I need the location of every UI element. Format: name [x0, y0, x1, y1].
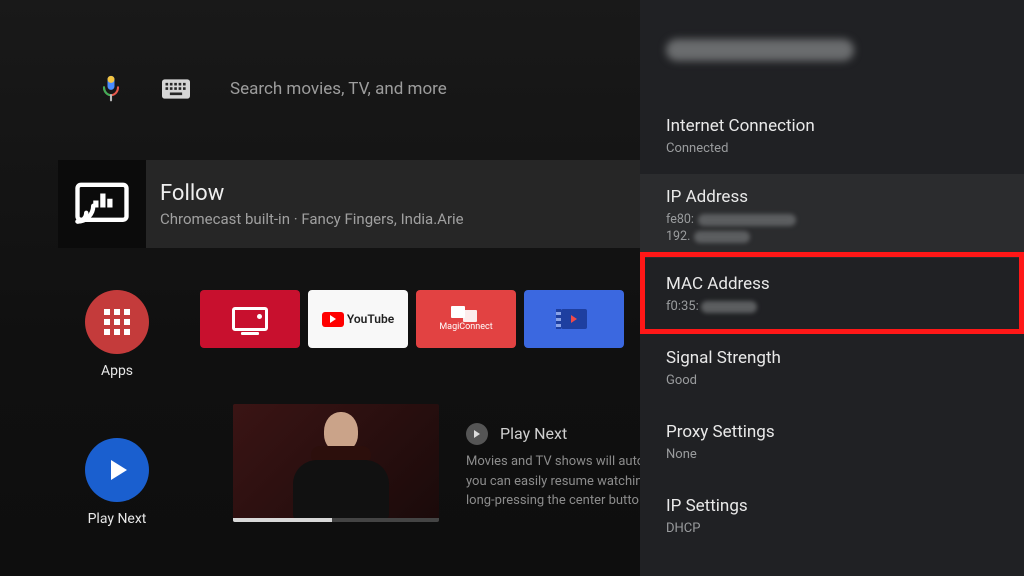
play-next-button[interactable] [85, 438, 149, 502]
youtube-icon: YouTube [322, 312, 394, 327]
play-next-desc-2: you can easily resume watchin [466, 472, 666, 492]
internet-label: Internet Connection [666, 116, 998, 136]
tile-play-movies[interactable] [524, 290, 624, 348]
ipset-value: DHCP [666, 521, 998, 536]
follow-card[interactable]: Follow Chromecast built-in · Fancy Finge… [58, 160, 640, 248]
play-icon [111, 460, 127, 480]
tile-tv[interactable] [200, 290, 300, 348]
signal-label: Signal Strength [666, 348, 998, 368]
apps-grid-icon [104, 309, 130, 335]
row-forget-network[interactable]: Forget network [640, 554, 1024, 576]
tile-magiconnect[interactable]: MagiConnect [416, 290, 516, 348]
row-proxy-settings[interactable]: Proxy Settings None [640, 406, 1024, 480]
play-next-desc-3: long-pressing the center butto [466, 491, 666, 511]
ip-value-1: fe80: [666, 212, 998, 227]
row-ip-settings[interactable]: IP Settings DHCP [640, 480, 1024, 554]
follow-subtitle: Chromecast built-in · Fancy Fingers, Ind… [160, 210, 464, 228]
app-tiles-row: YouTube MagiConnect [200, 290, 624, 348]
play-next-thumbnail[interactable] [233, 404, 439, 522]
apps-button[interactable] [85, 290, 149, 354]
youtube-label: YouTube [347, 312, 394, 326]
screen: Search movies, TV, and more Follow Chrom… [0, 0, 1024, 576]
follow-text: Follow Chromecast built-in · Fancy Finge… [146, 181, 464, 228]
play-next-heading: Play Next [500, 422, 567, 446]
play-next-mini-icon [466, 423, 488, 445]
play-movies-icon [561, 309, 587, 329]
network-name-redacted [666, 39, 854, 61]
row-signal-strength[interactable]: Signal Strength Good [640, 332, 1024, 406]
row-mac-address[interactable]: MAC Address f0:35: [640, 258, 1024, 332]
search-row: Search movies, TV, and more [100, 75, 447, 103]
magiconnect-label: MagiConnect [439, 322, 492, 332]
internet-value: Connected [666, 141, 998, 156]
panel-header [640, 0, 1024, 100]
thumbnail-figure [281, 412, 401, 522]
proxy-label: Proxy Settings [666, 422, 998, 442]
mac-value: f0:35: [666, 299, 998, 314]
microphone-icon[interactable] [100, 75, 122, 103]
magiconnect-icon [451, 306, 481, 318]
mac-label: MAC Address [666, 274, 998, 294]
row-internet-connection[interactable]: Internet Connection Connected [640, 100, 1024, 174]
follow-title: Follow [160, 181, 464, 206]
proxy-value: None [666, 447, 998, 462]
signal-value: Good [666, 373, 998, 388]
keyboard-icon[interactable] [162, 78, 190, 100]
home-surface: Search movies, TV, and more Follow Chrom… [0, 0, 640, 576]
network-settings-panel: Internet Connection Connected IP Address… [640, 0, 1024, 576]
tile-youtube[interactable]: YouTube [308, 290, 408, 348]
ipset-label: IP Settings [666, 496, 998, 516]
cast-icon [58, 160, 146, 248]
row-ip-address[interactable]: IP Address fe80: 192. [640, 174, 1024, 258]
play-next-meta: Play Next Movies and TV shows will auto … [466, 422, 666, 511]
search-input[interactable]: Search movies, TV, and more [230, 79, 447, 99]
ip-label: IP Address [666, 187, 998, 207]
ip-value-2: 192. [666, 229, 998, 244]
apps-label: Apps [85, 363, 149, 379]
tv-icon [232, 307, 268, 331]
play-next-label: Play Next [85, 511, 149, 527]
play-next-desc-1: Movies and TV shows will auto [466, 452, 666, 472]
